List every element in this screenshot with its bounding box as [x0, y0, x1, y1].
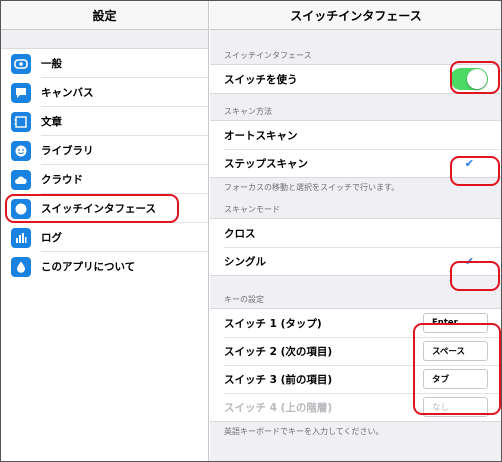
section-header-scan-method: スキャン方法 — [224, 107, 272, 116]
scan-method-group: オートスキャン ステップスキャン ✔ — [210, 120, 501, 178]
key-input-switch-4: なし — [423, 397, 488, 417]
sidebar-item-library[interactable]: ライブラリ — [1, 136, 208, 165]
key-input-switch-2[interactable]: スペース — [423, 341, 488, 361]
key-settings-group: スイッチ 1 (タップ) Enter スイッチ 2 (次の項目) スペース スイ… — [210, 308, 501, 422]
sidebar-item-label: キャンバス — [41, 87, 94, 99]
scan-mode-group: クロス シングル ✔ — [210, 218, 501, 276]
mode-option-single[interactable]: シングル ✔ — [210, 247, 501, 275]
option-label: シングル — [224, 255, 266, 268]
sidebar-item-label: クラウド — [41, 174, 83, 186]
sidebar-item-cloud[interactable]: クラウド — [1, 165, 208, 194]
use-switch-toggle[interactable] — [450, 68, 488, 90]
key-row-label: スイッチ 3 (前の項目) — [224, 373, 333, 386]
option-label: クロス — [224, 227, 256, 240]
key-input-switch-1[interactable]: Enter — [423, 313, 488, 333]
sidebar-item-canvas[interactable]: キャンバス — [1, 78, 208, 107]
key-row-label: スイッチ 4 (上の階層) — [224, 401, 333, 414]
switch-icon — [11, 198, 31, 219]
option-label: ステップスキャン — [224, 157, 308, 170]
scan-option-auto[interactable]: オートスキャン — [210, 121, 501, 149]
toggle-knob — [467, 69, 487, 89]
key-row-switch-3: スイッチ 3 (前の項目) タブ — [210, 365, 501, 393]
gear-icon — [11, 53, 31, 74]
sidebar-item-label: ライブラリ — [41, 145, 94, 157]
chart-icon — [11, 227, 31, 248]
scan-method-footer: フォーカスの移動と選択をスイッチで行います。 — [224, 183, 400, 192]
sidebar-gap — [1, 30, 208, 49]
switch-group: スイッチを使う — [210, 64, 501, 94]
section-header-scan-mode: スキャンモード — [224, 205, 280, 214]
section-header-keys: キーの設定 — [224, 295, 264, 304]
option-label: オートスキャン — [224, 129, 298, 142]
sidebar-item-about[interactable]: このアプリについて — [1, 252, 208, 281]
library-icon — [11, 140, 31, 161]
checkmark-icon: ✔ — [464, 156, 474, 170]
sidebar-item-label: 文章 — [41, 116, 62, 128]
key-row-switch-4: スイッチ 4 (上の階層) なし — [210, 393, 501, 421]
key-settings-footer: 英語キーボードでキーを入力してください。 — [224, 427, 384, 436]
key-row-switch-2: スイッチ 2 (次の項目) スペース — [210, 337, 501, 365]
sidebar-item-document[interactable]: 文章 — [1, 107, 208, 136]
key-row-label: スイッチ 1 (タップ) — [224, 317, 322, 330]
section-header-switch: スイッチインタフェース — [224, 51, 312, 60]
sidebar: 設定 一般 キャンバス 文章 ライブラリ クラウド スイッチインタフェース ログ… — [1, 1, 209, 461]
checkmark-icon: ✔ — [464, 254, 474, 268]
cloud-icon — [11, 169, 31, 190]
sidebar-item-label: 一般 — [41, 58, 62, 70]
sidebar-item-switch-interface[interactable]: スイッチインタフェース — [1, 194, 208, 223]
use-switch-label: スイッチを使う — [224, 73, 298, 86]
key-row-label: スイッチ 2 (次の項目) — [224, 345, 333, 358]
key-row-switch-1: スイッチ 1 (タップ) Enter — [210, 309, 501, 337]
sidebar-item-label: スイッチインタフェース — [41, 203, 156, 215]
sidebar-item-label: ログ — [41, 232, 62, 244]
page-title: スイッチインタフェース — [210, 1, 501, 30]
settings-window: 設定 一般 キャンバス 文章 ライブラリ クラウド スイッチインタフェース ログ… — [0, 0, 502, 462]
mode-option-cross[interactable]: クロス — [210, 219, 501, 247]
sidebar-title: 設定 — [1, 1, 208, 30]
use-switch-row: スイッチを使う — [210, 65, 501, 93]
document-icon — [11, 111, 31, 132]
canvas-icon — [11, 82, 31, 103]
scan-option-step[interactable]: ステップスキャン ✔ — [210, 149, 501, 177]
sidebar-item-label: このアプリについて — [41, 261, 136, 273]
sidebar-item-log[interactable]: ログ — [1, 223, 208, 252]
sidebar-item-general[interactable]: 一般 — [1, 49, 208, 78]
detail-pane: スイッチインタフェース スイッチインタフェース スイッチを使う スキャン方法 オ… — [210, 1, 501, 461]
key-input-switch-3[interactable]: タブ — [423, 369, 488, 389]
drop-icon — [11, 256, 31, 277]
